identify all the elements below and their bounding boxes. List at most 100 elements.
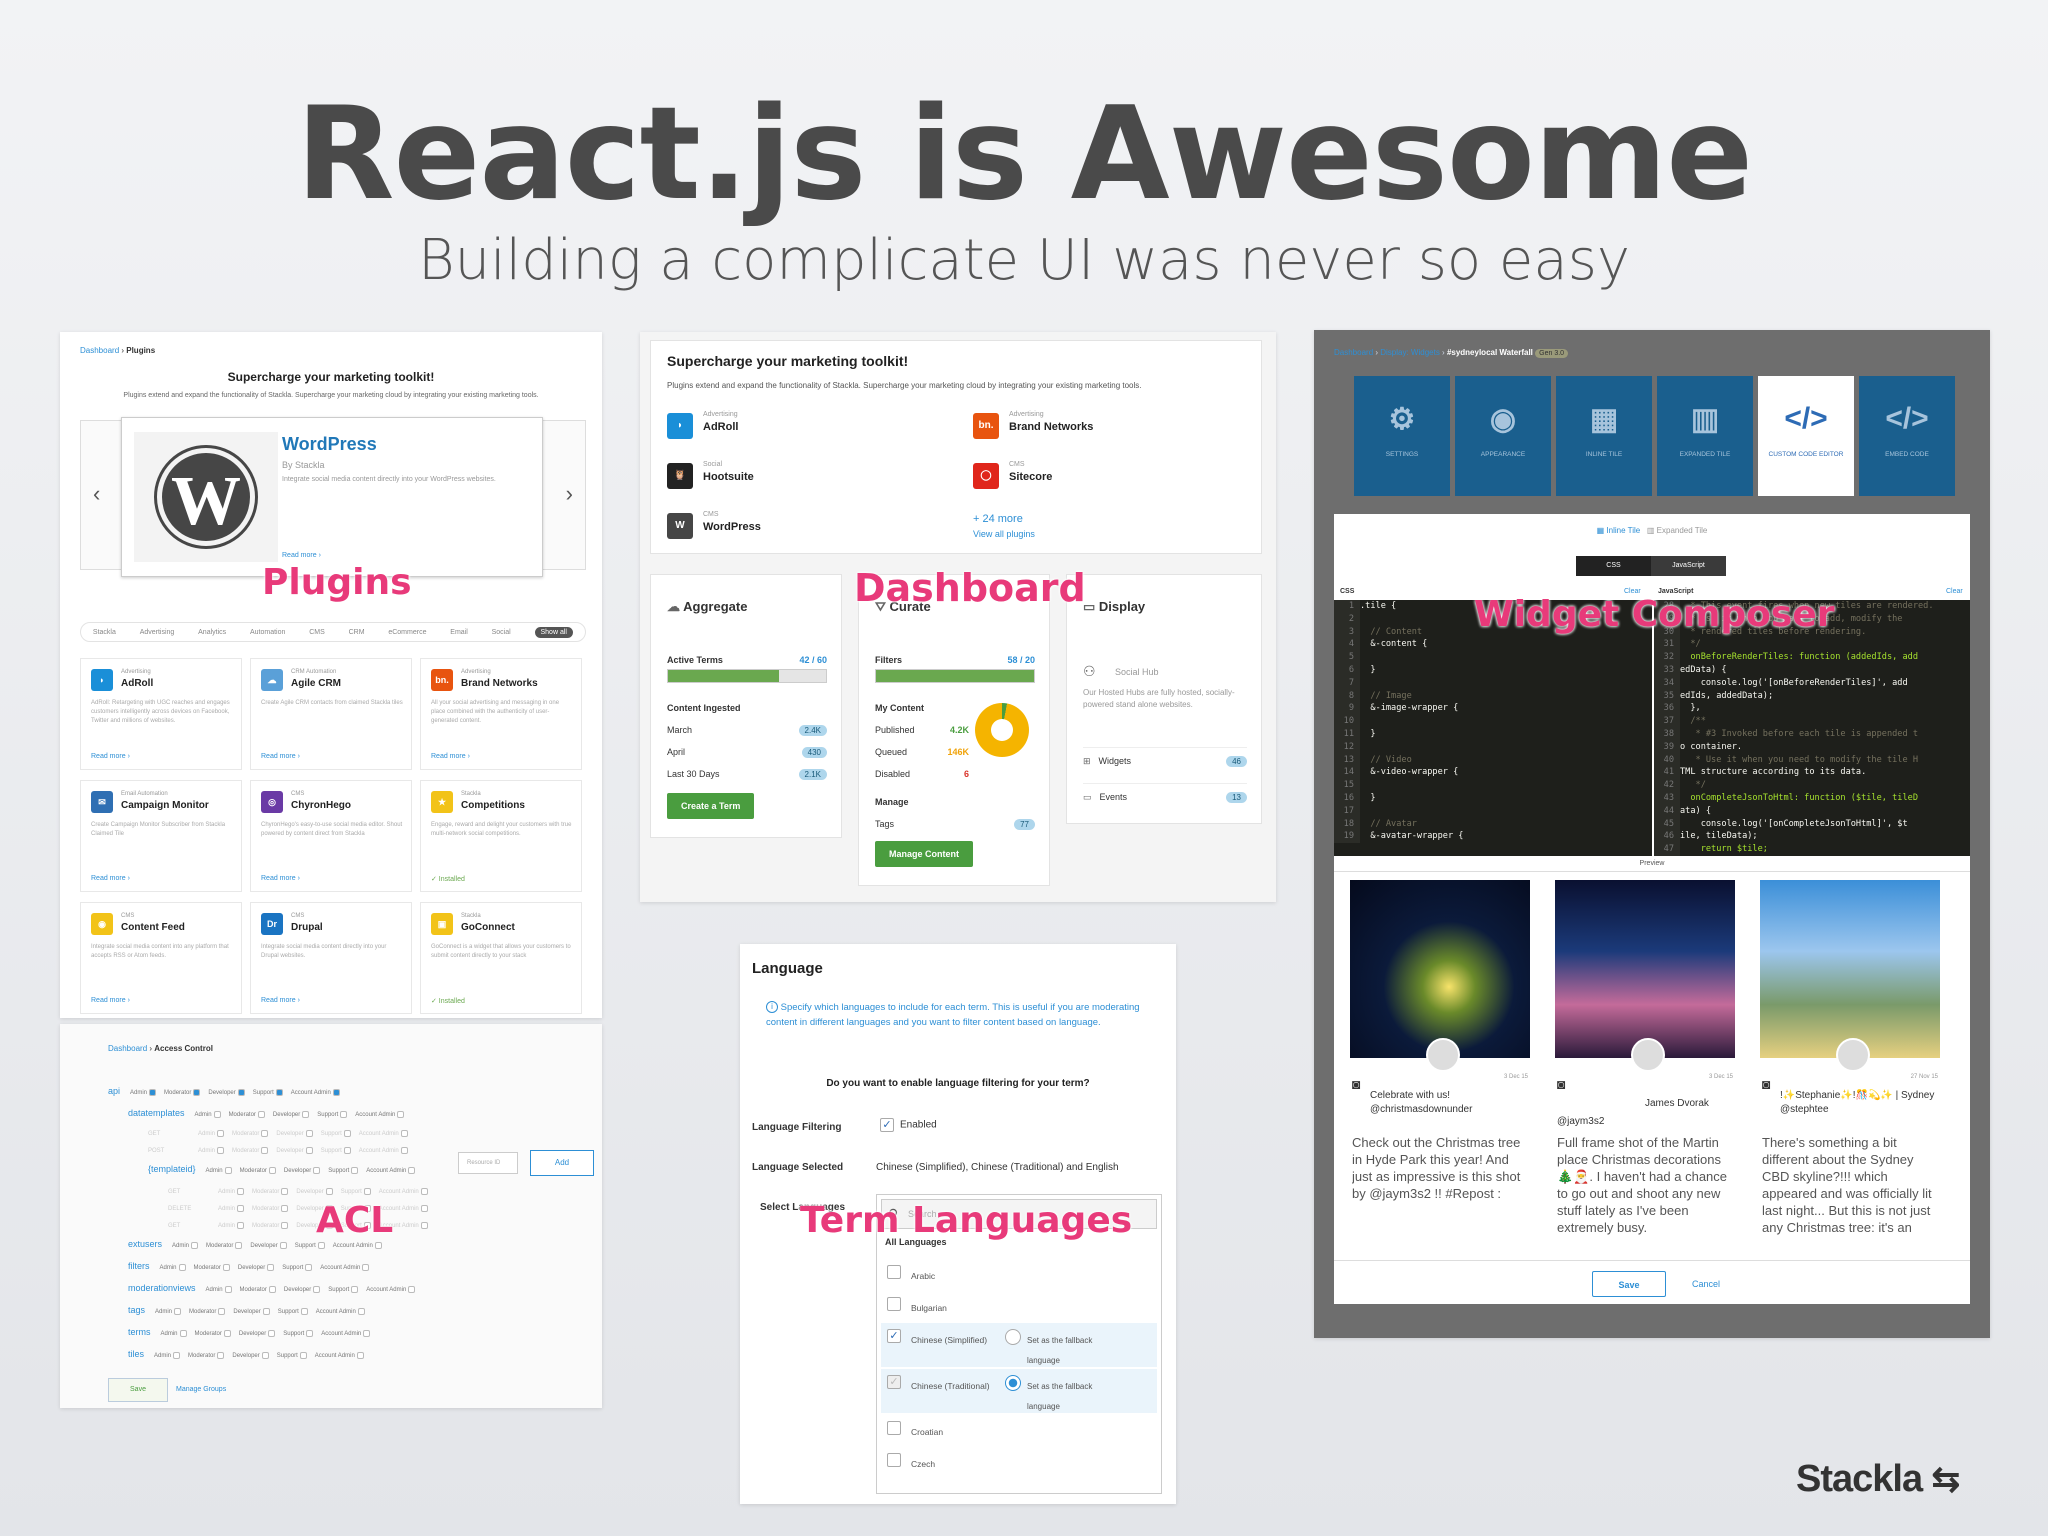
fallback-radio[interactable] <box>1005 1329 1021 1345</box>
plugin-card[interactable]: ☁ CRM Automation Agile CRM Create Agile CRM… <box>250 658 412 770</box>
preview-tile[interactable]: 3 Dec 15 ◙ James Dvorak @jaym3s2 Full frame … <box>1555 880 1735 1256</box>
carousel-prev[interactable]: ‹ <box>93 481 100 507</box>
read-more-link[interactable]: Read more › <box>91 875 130 882</box>
acl-role-toggle[interactable]: Admin <box>160 1263 186 1271</box>
acl-resource-name[interactable]: GET <box>148 1131 188 1137</box>
display-row[interactable]: ⊞ Widgets 46 <box>1083 747 1247 767</box>
acl-role-toggle[interactable]: Admin <box>198 1147 225 1154</box>
tab-social[interactable]: Social <box>492 629 511 636</box>
acl-role-toggle[interactable]: Support <box>277 1351 307 1359</box>
widget-tab-embed-code[interactable]: </> EMBED CODE <box>1859 376 1955 496</box>
toggle-css[interactable]: CSS <box>1576 556 1651 576</box>
featured-plugin-card[interactable]: W WordPress By Stackla Integrate social … <box>121 417 543 577</box>
acl-role-toggle[interactable]: Developer <box>276 1147 313 1154</box>
acl-role-toggle[interactable]: Developer <box>296 1188 333 1195</box>
preview-tile[interactable]: 27 Nov 15 ◙ !✨Stephanie✨!🎊💫✨ | Sydney @step… <box>1760 880 1940 1256</box>
acl-role-toggle[interactable]: Support <box>328 1166 359 1174</box>
acl-role-toggle[interactable]: Support <box>278 1307 308 1315</box>
css-code-editor[interactable]: 1 .tile {2 3 // Content 4 &-content {5 6 } 7 8… <box>1334 600 1652 856</box>
acl-resource-name[interactable]: extusers <box>128 1239 162 1249</box>
acl-role-toggle[interactable]: Moderator <box>240 1166 276 1174</box>
tab-crm[interactable]: CRM <box>349 629 365 636</box>
acl-role-toggle[interactable]: Account Admin <box>291 1088 340 1096</box>
language-row[interactable]: ✓ Chinese (Simplified) Set as the fallback… <box>881 1323 1157 1367</box>
acl-role-toggle[interactable]: Developer <box>284 1166 321 1174</box>
acl-role-toggle[interactable]: Support <box>253 1088 283 1096</box>
acl-role-toggle[interactable]: Developer <box>250 1241 287 1249</box>
preview-tile[interactable]: 3 Dec 15 ◙ Celebrate with us! @christmasdow… <box>1350 880 1530 1256</box>
fallback-radio[interactable] <box>1005 1375 1021 1391</box>
display-row[interactable]: ▭ Events 13 <box>1083 783 1247 803</box>
plugin-card[interactable]: bn. Advertising Brand Networks All your soc… <box>420 658 582 770</box>
acl-role-toggle[interactable]: Admin <box>172 1241 199 1249</box>
language-row[interactable]: Croatian <box>881 1415 1157 1443</box>
acl-role-toggle[interactable]: Account Admin <box>355 1110 405 1118</box>
read-more-link[interactable]: Read more › <box>261 997 300 1004</box>
acl-role-toggle[interactable]: Moderator <box>252 1222 289 1229</box>
read-more-link[interactable]: Read more › <box>431 753 470 760</box>
js-code-editor[interactable]: 28 * This event fires when new tiles are… <box>1654 600 1970 856</box>
acl-role-toggle[interactable]: Support <box>282 1263 313 1271</box>
tab-cms[interactable]: CMS <box>309 629 325 636</box>
acl-role-toggle[interactable]: Moderator <box>240 1285 276 1293</box>
acl-role-toggle[interactable]: Support <box>328 1285 359 1293</box>
acl-role-toggle[interactable]: Developer <box>276 1130 313 1137</box>
acl-role-toggle[interactable]: Developer <box>239 1329 276 1337</box>
acl-resource-name[interactable]: tags <box>128 1305 145 1315</box>
acl-role-toggle[interactable]: Admin <box>198 1130 225 1137</box>
acl-role-toggle[interactable]: Account Admin <box>315 1351 364 1359</box>
acl-role-toggle[interactable]: Moderator <box>188 1351 225 1359</box>
language-row[interactable]: Arabic <box>881 1259 1157 1287</box>
acl-role-toggle[interactable]: Account Admin <box>366 1166 416 1174</box>
acl-role-toggle[interactable]: Admin <box>130 1088 157 1096</box>
widget-tab-appearance[interactable]: ◉ APPEARANCE <box>1455 376 1551 496</box>
dash-more[interactable]: + 24 more <box>973 513 1023 525</box>
manage-groups-link[interactable]: Manage Groups <box>176 1386 226 1393</box>
acl-resource-name[interactable]: filters <box>128 1261 150 1271</box>
filtering-enabled-checkbox[interactable]: ✓ Enabled <box>880 1118 937 1132</box>
acl-role-toggle[interactable]: Account Admin <box>366 1285 416 1293</box>
tab-automation[interactable]: Automation <box>250 629 285 636</box>
subtab-expanded[interactable]: Expanded Tile <box>1657 526 1708 535</box>
acl-resource-name[interactable]: terms <box>128 1327 151 1337</box>
acl-role-toggle[interactable]: Developer <box>233 1307 270 1315</box>
acl-role-toggle[interactable]: Developer <box>208 1088 245 1096</box>
acl-role-toggle[interactable]: Account Admin <box>359 1130 408 1137</box>
acl-role-toggle[interactable]: Admin <box>195 1110 221 1118</box>
acl-resource-name[interactable]: GET <box>168 1189 208 1195</box>
acl-role-toggle[interactable]: Account Admin <box>359 1147 408 1154</box>
acl-save-button[interactable]: Save <box>108 1378 168 1402</box>
widget-tab-settings[interactable]: ⚙ SETTINGS <box>1354 376 1450 496</box>
acl-role-toggle[interactable]: Moderator <box>194 1263 230 1271</box>
acl-resource-name[interactable]: {templateid} <box>148 1164 196 1174</box>
acl-role-toggle[interactable]: Admin <box>154 1351 181 1359</box>
acl-role-toggle[interactable]: Moderator <box>252 1205 289 1212</box>
acl-role-toggle[interactable]: Support <box>317 1110 348 1118</box>
acl-role-toggle[interactable]: Moderator <box>195 1329 231 1337</box>
widget-cancel-button[interactable]: Cancel <box>1692 1279 1720 1289</box>
acl-role-toggle[interactable]: Developer <box>284 1285 321 1293</box>
acl-role-toggle[interactable]: Support <box>295 1241 325 1249</box>
acl-role-toggle[interactable]: Moderator <box>252 1188 289 1195</box>
acl-role-toggle[interactable]: Support <box>321 1147 351 1154</box>
language-row[interactable]: Czech <box>881 1447 1157 1475</box>
acl-role-toggle[interactable]: Admin <box>218 1205 245 1212</box>
toggle-js[interactable]: JavaScript <box>1651 556 1726 576</box>
plugin-card[interactable]: ◎ CMS ChyronHego ChyronHego's easy-to-use s… <box>250 780 412 892</box>
acl-resource-name[interactable]: POST <box>148 1148 188 1154</box>
acl-resource-name[interactable]: GET <box>168 1223 208 1229</box>
acl-resource-name[interactable]: moderationviews <box>128 1283 196 1293</box>
widget-tab-inline-tile[interactable]: ▦ INLINE TILE <box>1556 376 1652 496</box>
plugin-card[interactable]: ★ Stackla Competitions Engage, reward and d… <box>420 780 582 892</box>
read-more-link[interactable]: Read more › <box>91 997 130 1004</box>
acl-resource-name[interactable]: DELETE <box>168 1206 208 1212</box>
breadcrumb-root[interactable]: Dashboard <box>80 346 119 355</box>
tab-show-all[interactable]: Show all <box>534 626 573 638</box>
acl-role-toggle[interactable]: Account Admin <box>333 1241 382 1249</box>
acl-role-toggle[interactable]: Admin <box>161 1329 187 1337</box>
acl-role-toggle[interactable]: Support <box>341 1188 371 1195</box>
tab-stackla[interactable]: Stackla <box>93 629 116 636</box>
acl-role-toggle[interactable]: Account Admin <box>320 1263 370 1271</box>
acl-role-toggle[interactable]: Account Admin <box>316 1307 365 1315</box>
acl-role-toggle[interactable]: Moderator <box>229 1110 265 1118</box>
